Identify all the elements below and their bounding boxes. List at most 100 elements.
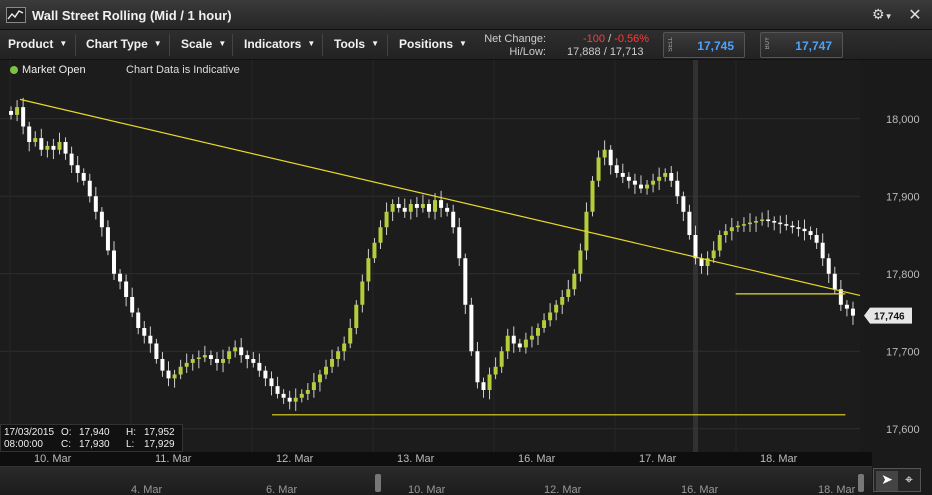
sell-price: 17,745 xyxy=(697,39,734,53)
candle xyxy=(15,107,20,115)
candle xyxy=(45,145,50,150)
candle xyxy=(826,258,831,274)
tool-selector: ➤ ⌖ xyxy=(873,468,921,492)
candle xyxy=(251,359,256,363)
candle xyxy=(578,250,583,274)
x-axis-label: 10. Mar xyxy=(34,453,72,465)
candle xyxy=(626,176,631,181)
crosshair-icon: ⌖ xyxy=(905,471,913,487)
candle xyxy=(9,111,14,115)
menu-scale[interactable]: Scale ▼ xyxy=(181,37,226,51)
candle xyxy=(645,184,650,189)
x-axis-label: 18. Mar xyxy=(760,453,798,465)
candle xyxy=(136,312,141,328)
y-tick-label: 17,900 xyxy=(886,191,920,203)
candle xyxy=(87,180,92,197)
chevron-down-icon: ▼ xyxy=(218,39,227,48)
candle xyxy=(196,357,201,359)
candle xyxy=(844,304,849,309)
candle xyxy=(475,351,480,383)
net-change-separator: / xyxy=(608,33,612,45)
candle xyxy=(481,382,486,390)
candle xyxy=(632,180,637,185)
menu-product[interactable]: Product ▼ xyxy=(8,37,67,51)
ohlc-close: 17,930 xyxy=(79,439,110,450)
navigator-right-handle[interactable] xyxy=(858,474,864,492)
ohlc-close-label: C: xyxy=(61,439,71,450)
market-status: Market Open xyxy=(22,64,86,76)
candle xyxy=(572,273,577,290)
candle xyxy=(27,126,32,142)
menu-indicators-label: Indicators xyxy=(244,37,302,51)
candle xyxy=(542,320,547,328)
candle xyxy=(293,397,298,402)
close-button[interactable]: ✕ xyxy=(906,5,924,24)
candle xyxy=(457,227,462,259)
market-status-icon xyxy=(10,66,18,74)
candle xyxy=(184,362,189,367)
menu-chart-type[interactable]: Chart Type ▼ xyxy=(86,37,162,51)
chevron-down-icon: ▼ xyxy=(371,39,380,48)
buy-button[interactable]: BUY 17,747 xyxy=(760,32,843,58)
candle xyxy=(154,343,159,359)
candle xyxy=(820,242,825,259)
divider xyxy=(232,34,233,56)
candle xyxy=(33,138,38,142)
candle xyxy=(57,142,62,150)
sell-button[interactable]: SELL 17,745 xyxy=(663,32,745,58)
candle xyxy=(505,335,510,352)
hilow-value: 17,888 / 17,713 xyxy=(567,46,644,58)
candle xyxy=(324,366,328,375)
buy-price: 17,747 xyxy=(795,39,832,53)
candle xyxy=(63,142,68,154)
menu-indicators[interactable]: Indicators ▼ xyxy=(244,37,315,51)
candle xyxy=(378,227,383,243)
candle xyxy=(850,308,855,316)
price-chart[interactable]: 18,000 17,900 17,800 17,700 17,600 17,746 xyxy=(0,60,932,452)
candle xyxy=(711,250,716,259)
candle xyxy=(748,222,752,225)
candle xyxy=(202,355,207,358)
menu-positions[interactable]: Positions ▼ xyxy=(399,37,467,51)
x-axis-label: 16. Mar xyxy=(518,453,556,465)
y-tick-label: 18,000 xyxy=(886,114,920,126)
cursor-icon: ➤ xyxy=(881,471,893,487)
candle xyxy=(760,219,765,222)
candle xyxy=(651,180,656,185)
candle xyxy=(529,335,534,340)
candle xyxy=(330,359,335,367)
ohlc-low: 17,929 xyxy=(144,439,175,450)
candle xyxy=(208,355,213,359)
settings-button[interactable]: ⚙▼ xyxy=(872,6,898,24)
chevron-down-icon: ▼ xyxy=(307,39,316,48)
candle xyxy=(390,204,395,212)
candle xyxy=(729,227,734,232)
candle xyxy=(790,225,795,228)
candle xyxy=(281,393,286,398)
y-tick-label: 17,800 xyxy=(886,269,920,281)
menu-tools[interactable]: Tools ▼ xyxy=(334,37,379,51)
navigator-label: 18. Mar xyxy=(818,484,856,495)
candle xyxy=(681,196,686,212)
navigator-label: 10. Mar xyxy=(408,484,446,495)
candle xyxy=(778,222,783,225)
candle xyxy=(348,328,353,344)
candle xyxy=(784,224,789,226)
menu-chart-type-label: Chart Type xyxy=(86,37,148,51)
candle xyxy=(548,312,553,321)
window-title: Wall Street Rolling (Mid / 1 hour) xyxy=(32,8,232,23)
ohlc-high: 17,952 xyxy=(144,427,175,438)
candle xyxy=(275,386,280,394)
candle xyxy=(590,180,595,212)
ohlc-high-label: H: xyxy=(126,427,136,438)
chart-app-icon xyxy=(6,7,26,23)
crosshair-tool-button[interactable]: ⌖ xyxy=(898,471,920,491)
candle xyxy=(384,211,389,228)
gear-icon: ⚙ xyxy=(872,6,885,22)
candle xyxy=(832,273,837,290)
menu-product-label: Product xyxy=(8,37,54,51)
candle xyxy=(620,173,625,177)
navigator-left-handle[interactable] xyxy=(375,474,381,492)
pointer-tool-button[interactable]: ➤ xyxy=(876,471,898,491)
candle xyxy=(69,153,74,166)
